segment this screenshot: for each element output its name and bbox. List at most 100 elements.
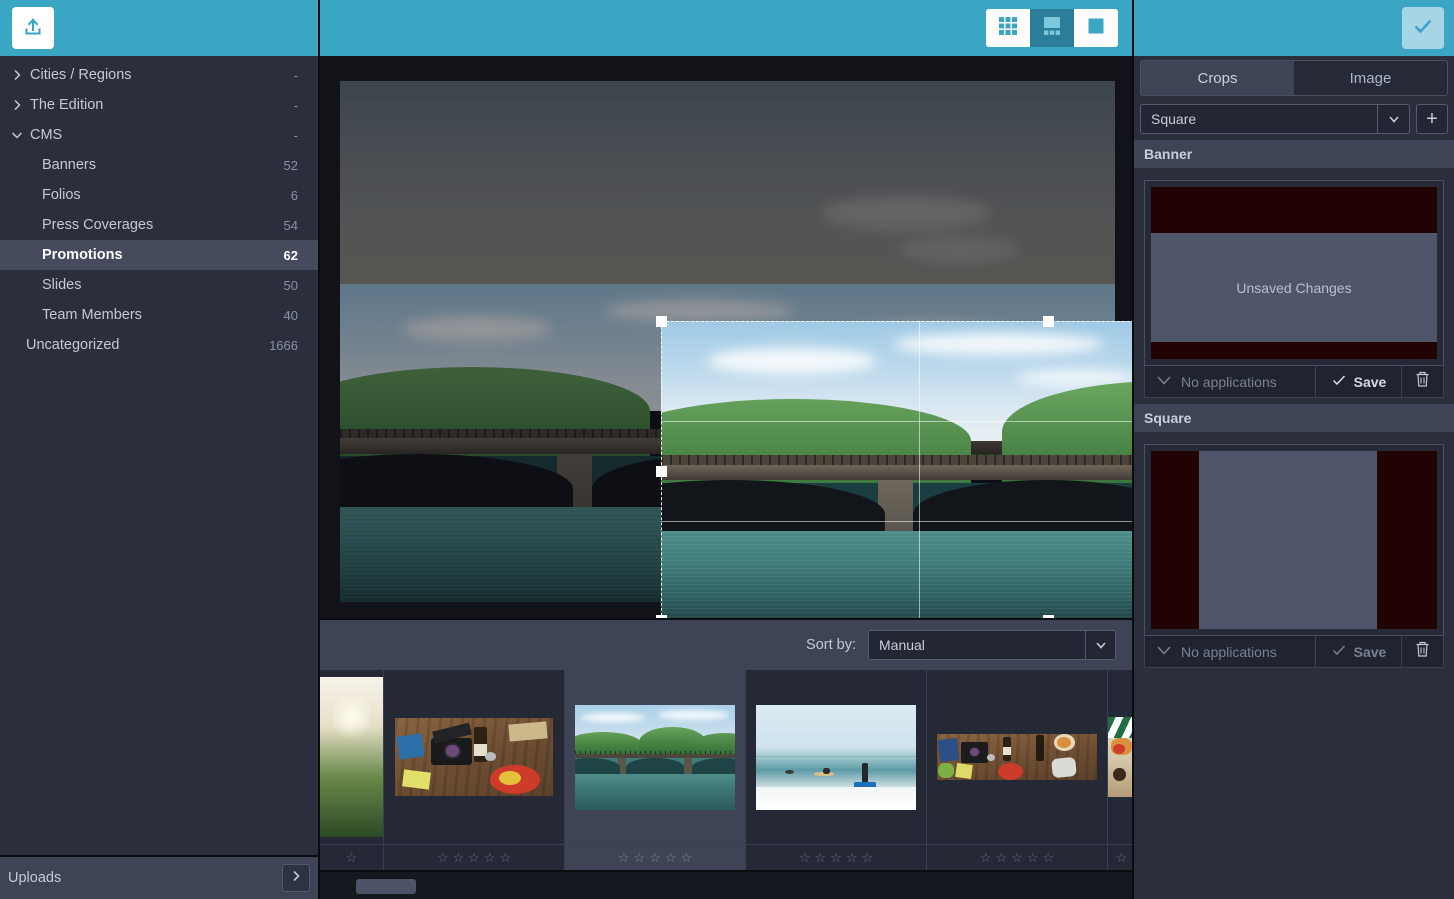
sidebar-item-label: The Edition xyxy=(30,97,104,113)
upload-button[interactable] xyxy=(12,7,54,49)
chevron-right-icon[interactable] xyxy=(8,96,26,114)
crop-handle-top-left[interactable] xyxy=(656,316,667,327)
sidebar-item-cities-regions[interactable]: Cities / Regions - xyxy=(0,60,318,90)
crop-card-square xyxy=(1134,432,1454,648)
chevron-down-icon xyxy=(1155,643,1173,660)
view-mode-group xyxy=(986,9,1118,47)
thumbnail-rating[interactable]: ☆ ☆ ☆ ☆ ☆ xyxy=(565,844,745,870)
star-icon[interactable]: ☆ xyxy=(649,851,661,864)
crop-preview-banner[interactable]: Unsaved Changes xyxy=(1151,187,1437,359)
star-icon[interactable]: ☆ xyxy=(680,851,692,864)
thumbnail-rating[interactable]: ☆ xyxy=(1108,844,1132,870)
thumb-beach-surfers[interactable]: ☆ ☆ ☆ ☆ ☆ xyxy=(746,670,927,870)
crop-preview-square[interactable] xyxy=(1151,451,1437,629)
crop-preset-select[interactable]: Square xyxy=(1140,104,1410,134)
crop-delete-button-banner[interactable] xyxy=(1401,366,1443,397)
crop-save-button-banner[interactable]: Save xyxy=(1315,366,1401,397)
sidebar-item-label: Slides xyxy=(42,277,82,293)
thumb-forest-sunrise[interactable]: ☆ xyxy=(320,670,384,870)
star-icon[interactable]: ☆ xyxy=(846,851,858,864)
thumb-flatlay-wide[interactable]: ☆ ☆ ☆ ☆ ☆ xyxy=(927,670,1108,870)
thumb-flatlay-edge[interactable]: ☆ xyxy=(1108,670,1132,870)
thumbnail-image xyxy=(384,670,564,844)
image-viewer[interactable] xyxy=(320,56,1134,618)
check-icon xyxy=(1331,643,1347,660)
upload-icon xyxy=(22,17,44,39)
crop-card-inner-banner: Unsaved Changes xyxy=(1144,180,1444,366)
sidebar-item-label: Folios xyxy=(42,187,81,203)
star-icon[interactable]: ☆ xyxy=(468,851,480,864)
star-icon[interactable]: ☆ xyxy=(665,851,677,864)
sidebar-item-label: Promotions xyxy=(42,247,123,263)
tab-crops[interactable]: Crops xyxy=(1141,61,1294,95)
view-toolbar xyxy=(320,0,1134,56)
view-mode-split[interactable] xyxy=(1030,9,1074,47)
crop-selection[interactable] xyxy=(656,316,1132,618)
confirm-button[interactable] xyxy=(1402,7,1444,49)
plus-icon: + xyxy=(1426,108,1438,130)
crop-section-title-banner: Banner xyxy=(1134,140,1454,168)
sidebar-item-promotions[interactable]: Promotions 62 xyxy=(0,240,318,270)
trash-icon xyxy=(1414,640,1431,663)
sidebar-item-cms[interactable]: CMS - xyxy=(0,120,318,150)
sort-by-select[interactable]: Manual xyxy=(868,630,1116,660)
crop-handle-bottom-center[interactable] xyxy=(1043,615,1054,618)
star-icon[interactable]: ☆ xyxy=(453,851,465,864)
filmstrip-scrollbar-thumb[interactable] xyxy=(356,879,416,894)
star-icon[interactable]: ☆ xyxy=(861,851,873,864)
crop-section-title-square: Square xyxy=(1134,404,1454,432)
view-mode-single[interactable] xyxy=(1074,9,1118,47)
star-icon[interactable]: ☆ xyxy=(1027,851,1039,864)
crop-applications-square[interactable]: No applications xyxy=(1145,636,1315,667)
crop-save-button-square[interactable]: Save xyxy=(1315,636,1401,667)
star-icon[interactable]: ☆ xyxy=(830,851,842,864)
thumbnail-rating[interactable]: ☆ ☆ ☆ ☆ ☆ xyxy=(927,844,1107,870)
chevron-right-icon[interactable] xyxy=(8,66,26,84)
thumbnail-rating[interactable]: ☆ xyxy=(320,844,383,870)
crop-editor-app: Cities / Regions - The Edition - CMS - Banners… xyxy=(0,0,1454,899)
check-icon xyxy=(1410,13,1436,44)
sidebar-item-banners[interactable]: Banners 52 xyxy=(0,150,318,180)
tab-image[interactable]: Image xyxy=(1294,61,1447,95)
sidebar-item-folios[interactable]: Folios 6 xyxy=(0,180,318,210)
thumbnail-rating[interactable]: ☆ ☆ ☆ ☆ ☆ xyxy=(384,844,564,870)
crop-handle-top-center[interactable] xyxy=(1043,316,1054,327)
star-icon[interactable]: ☆ xyxy=(618,851,630,864)
sidebar-item-the-edition[interactable]: The Edition - xyxy=(0,90,318,120)
right-panel: Crops Image Square + Banner Unsaved Chan… xyxy=(1134,0,1454,899)
sidebar-item-press-coverages[interactable]: Press Coverages 54 xyxy=(0,210,318,240)
trash-icon xyxy=(1414,370,1431,393)
sidebar-item-slides[interactable]: Slides 50 xyxy=(0,270,318,300)
star-icon[interactable]: ☆ xyxy=(799,851,811,864)
crop-actions-banner: No applications Save xyxy=(1144,366,1444,398)
chevron-down-icon[interactable] xyxy=(8,126,26,144)
sidebar-item-team-members[interactable]: Team Members 40 xyxy=(0,300,318,330)
view-mode-grid[interactable] xyxy=(986,9,1030,47)
star-icon[interactable]: ☆ xyxy=(634,851,646,864)
crop-handle-bottom-left[interactable] xyxy=(656,615,667,618)
crop-applications-banner[interactable]: No applications xyxy=(1145,366,1315,397)
star-icon[interactable]: ☆ xyxy=(484,851,496,864)
thumbnail-rating[interactable]: ☆ ☆ ☆ ☆ ☆ xyxy=(746,844,926,870)
star-icon[interactable]: ☆ xyxy=(499,851,511,864)
thumb-bridge-lake[interactable]: ☆ ☆ ☆ ☆ ☆ xyxy=(565,670,746,870)
crop-handle-middle-left[interactable] xyxy=(656,466,667,477)
star-icon[interactable]: ☆ xyxy=(996,851,1008,864)
thumbnail-filmstrip[interactable]: ☆ ☆ ☆ ☆ ☆ ☆ ☆ ☆ ☆ ☆ ☆ ☆ ☆ ☆ ☆ ☆ ☆ ☆ ☆ ☆ … xyxy=(320,670,1134,870)
check-icon xyxy=(1331,373,1347,390)
star-icon[interactable]: ☆ xyxy=(815,851,827,864)
crop-delete-button-square[interactable] xyxy=(1401,636,1443,667)
uploads-expand-button[interactable] xyxy=(282,864,310,892)
filmstrip-scrollbar[interactable] xyxy=(320,870,1134,899)
add-crop-button[interactable]: + xyxy=(1416,104,1448,134)
star-icon[interactable]: ☆ xyxy=(1011,851,1023,864)
star-icon[interactable]: ☆ xyxy=(346,851,358,864)
star-icon[interactable]: ☆ xyxy=(437,851,449,864)
thumb-flatlay-camera[interactable]: ☆ ☆ ☆ ☆ ☆ xyxy=(384,670,565,870)
thumbnail-image xyxy=(1108,670,1132,844)
star-icon[interactable]: ☆ xyxy=(1116,851,1128,864)
star-icon[interactable]: ☆ xyxy=(1042,851,1054,864)
star-icon[interactable]: ☆ xyxy=(980,851,992,864)
unsaved-changes-label: Unsaved Changes xyxy=(1236,279,1352,296)
sidebar-item-uncategorized[interactable]: Uncategorized 1666 xyxy=(0,330,318,360)
